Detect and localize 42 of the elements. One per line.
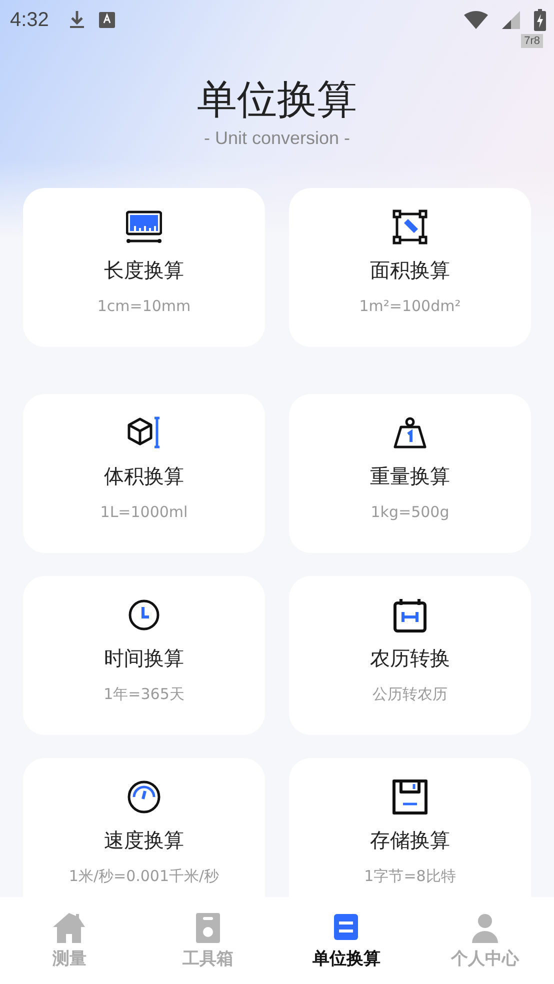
converter-card[interactable]: 体积换算 1L=1000ml: [23, 394, 265, 553]
battery-icon: [534, 9, 546, 31]
ruler-icon: [126, 209, 162, 245]
floppy-disk-icon: [392, 779, 428, 815]
converter-card[interactable]: 存储换算 1字节=8比特: [289, 758, 531, 897]
converter-card[interactable]: 速度换算 1米/秒=0.001千米/秒: [23, 758, 265, 897]
nav-tab[interactable]: 单位换算: [277, 897, 416, 984]
card-example: 公历转农历: [372, 685, 448, 704]
card-example: 1m²=100dm²: [359, 297, 461, 315]
converter-card[interactable]: 面积换算 1m²=100dm²: [289, 188, 531, 347]
converter-card[interactable]: 时间换算 1年=365天: [23, 576, 265, 735]
status-time: 4:32: [10, 8, 49, 32]
card-title: 体积换算: [104, 463, 184, 490]
card-example: 1米/秒=0.001千米/秒: [68, 867, 220, 886]
download-icon: [68, 10, 85, 30]
home-icon: [52, 912, 86, 944]
card-example: 1L=1000ml: [100, 503, 188, 521]
card-title: 存储换算: [370, 827, 450, 854]
card-title: 速度换算: [104, 827, 184, 854]
page-subtitle: - Unit conversion -: [202, 128, 352, 149]
gauge-icon: [126, 779, 162, 815]
converter-card[interactable]: 农历转换 公历转农历: [289, 576, 531, 735]
resize-square-icon: [392, 209, 428, 245]
card-title: 长度换算: [104, 257, 184, 284]
converter-card[interactable]: 重量换算 1kg=500g: [289, 394, 531, 553]
card-title: 时间换算: [104, 645, 184, 672]
wifi-icon: [464, 11, 488, 29]
card-title: 面积换算: [370, 257, 450, 284]
clock-icon: [126, 597, 162, 633]
converter-card[interactable]: 长度换算 1cm=10mm: [23, 188, 265, 347]
debug-badge: 7r8: [521, 34, 543, 48]
card-title: 重量换算: [370, 463, 450, 490]
weight-icon: [392, 415, 428, 451]
cube-icon: [126, 415, 162, 451]
card-example: 1年=365天: [104, 685, 184, 704]
signal-icon: [502, 11, 520, 29]
card-example: 1kg=500g: [370, 503, 450, 521]
card-example: 1cm=10mm: [97, 297, 191, 315]
page-title: 单位换算: [196, 76, 358, 125]
calendar-icon: [392, 597, 428, 633]
card-example: 1字节=8比特: [364, 867, 456, 886]
card-title: 农历转换: [370, 645, 450, 672]
